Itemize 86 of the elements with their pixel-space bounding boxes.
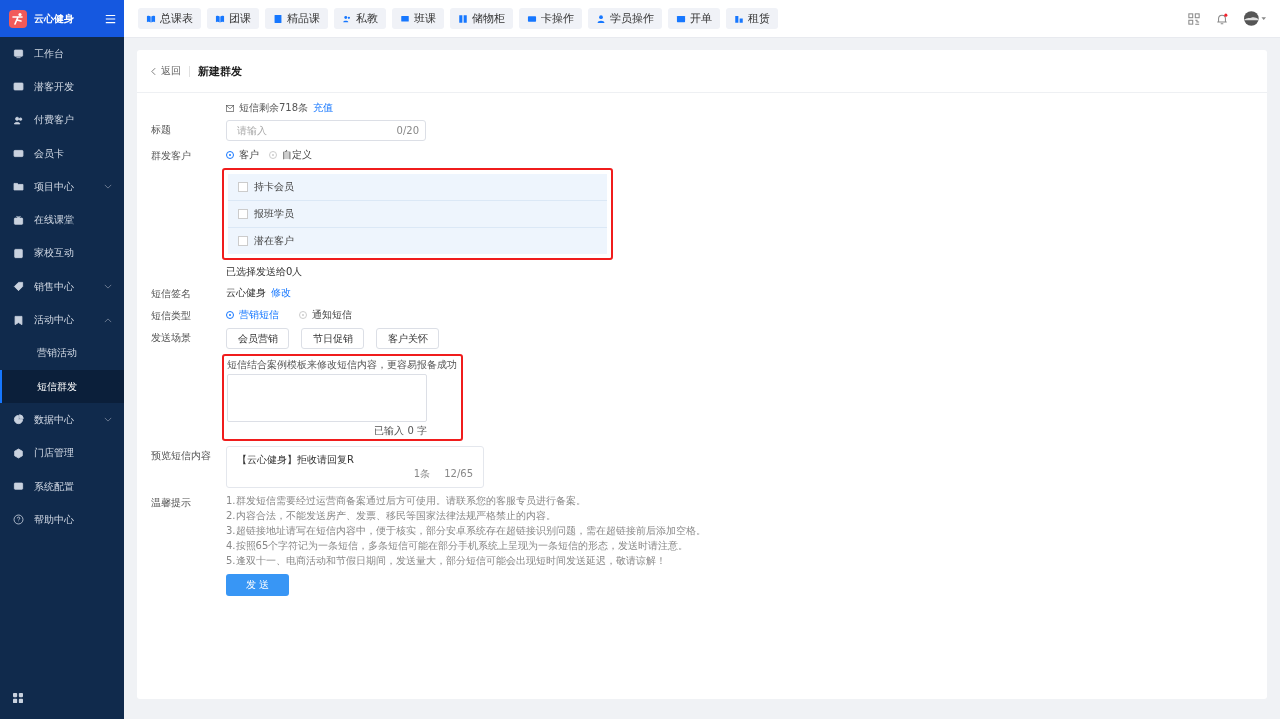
app-name: 云心健身 bbox=[34, 11, 75, 26]
character-counter: 0/20 bbox=[396, 125, 419, 136]
radio-option[interactable]: 自定义 bbox=[269, 148, 312, 162]
preview-text: 【云心健身】拒收请回复R bbox=[237, 454, 355, 466]
sidebar-item[interactable]: 系统配置 bbox=[0, 469, 124, 504]
sidebar-subitem[interactable]: 营销活动 bbox=[0, 336, 124, 370]
tip-text: 2.内容合法，不能发送房产、发票、移民等国家法律法规严格禁止的内容。 bbox=[226, 509, 557, 523]
quick-tab[interactable]: 团课 bbox=[207, 8, 259, 29]
character-counter: 已输入 0 字 bbox=[373, 425, 427, 437]
tip-text: 5.逢双十一、电商活动和节假日期间，发送量大，部分短信可能会出现短时间发送延迟，敬请谅解！ bbox=[226, 554, 667, 568]
scene-button[interactable]: 会员营销 bbox=[226, 328, 289, 349]
help-icon bbox=[13, 514, 24, 526]
sidebar-item[interactable]: 数据中心 bbox=[0, 403, 124, 437]
sidebar-item[interactable]: 工作台 bbox=[0, 37, 124, 71]
building-icon bbox=[734, 13, 744, 24]
envelope-icon bbox=[226, 104, 234, 112]
character-counter: 12/65 bbox=[444, 468, 473, 480]
grid-icon[interactable] bbox=[13, 693, 23, 703]
tip-text: 3.超链接地址请写在短信内容中，便于核实，部分安卓系统存在超链接识别问题，需在超链接前后添加空格。 bbox=[226, 524, 707, 538]
back-link[interactable]: 返回 bbox=[151, 64, 181, 78]
tip-text: 1.群发短信需要经过运营商备案通过后方可使用。请联系您的客服专员进行备案。 bbox=[226, 494, 587, 508]
quick-tab[interactable]: 总课表 bbox=[138, 8, 201, 29]
bell-icon[interactable] bbox=[1216, 12, 1228, 25]
sidebar-item[interactable]: 销售中心 bbox=[0, 270, 124, 304]
checkbox[interactable] bbox=[238, 236, 248, 246]
scene-button[interactable]: 客户关怀 bbox=[376, 328, 439, 349]
selected-count: 已选择发送给0人 bbox=[226, 265, 304, 279]
sidebar-item[interactable]: 会员卡 bbox=[0, 136, 124, 171]
sidebar-item[interactable]: 在线课堂 bbox=[0, 203, 124, 237]
radio-option[interactable]: 客户 bbox=[226, 148, 259, 162]
sidebar-item[interactable]: 活动中心 bbox=[0, 303, 124, 337]
sidebar-item[interactable]: 项目中心 bbox=[0, 170, 124, 204]
field-label: 温馨提示 bbox=[151, 496, 192, 510]
signature-value: 云心健身 bbox=[226, 285, 266, 300]
quick-tab[interactable]: 精品课 bbox=[265, 8, 328, 29]
menu-icon[interactable] bbox=[105, 13, 116, 24]
qr-code-icon[interactable] bbox=[1188, 12, 1200, 25]
quick-tab[interactable]: 私教 bbox=[334, 8, 386, 29]
pie-icon bbox=[13, 414, 24, 426]
avatar-icon[interactable] bbox=[1244, 11, 1266, 26]
field-label: 群发客户 bbox=[151, 149, 192, 163]
customer-group-option[interactable]: 持卡会员 bbox=[228, 174, 607, 201]
sidebar-item[interactable]: 潜客开发 bbox=[0, 70, 124, 104]
chevron-left-icon bbox=[151, 66, 156, 76]
quick-tab[interactable]: 租赁 bbox=[726, 8, 778, 29]
sidebar-item[interactable]: 帮助中心 bbox=[0, 503, 124, 537]
sidebar-item[interactable]: 门店管理 bbox=[0, 436, 124, 470]
quick-tab[interactable]: 卡操作 bbox=[519, 8, 582, 29]
tip-text: 4.按照65个字符记为一条短信，多条短信可能在部分手机系统上呈现为一条短信的形态，发送时请注意。 bbox=[226, 539, 690, 553]
book-icon bbox=[146, 13, 156, 24]
book-icon bbox=[215, 13, 225, 24]
field-label: 短信签名 bbox=[151, 287, 192, 301]
message-text-field[interactable] bbox=[227, 374, 427, 422]
sidebar-subitem[interactable]: 短信群发 bbox=[0, 369, 124, 404]
checkbox[interactable] bbox=[238, 209, 248, 219]
user-icon bbox=[596, 13, 606, 24]
hex-icon bbox=[13, 447, 24, 459]
tag-icon bbox=[13, 281, 24, 293]
scene-button[interactable]: 节日促销 bbox=[301, 328, 364, 349]
quick-tab[interactable]: 学员操作 bbox=[588, 8, 662, 29]
field-label: 标题 bbox=[151, 123, 172, 137]
recharge-link[interactable]: 充值 bbox=[313, 101, 334, 115]
page-title: 新建群发 bbox=[198, 63, 242, 79]
quick-tab[interactable]: 班课 bbox=[392, 8, 444, 29]
field-label: 发送场景 bbox=[151, 331, 192, 345]
field-label: 预览短信内容 bbox=[151, 449, 212, 463]
field-label: 短信类型 bbox=[151, 309, 192, 323]
locker-icon bbox=[458, 13, 468, 24]
checkbox[interactable] bbox=[238, 182, 248, 192]
customer-group-option[interactable]: 报班学员 bbox=[228, 201, 607, 228]
radio-option[interactable]: 营销短信 bbox=[226, 308, 279, 322]
runner-logo-icon bbox=[9, 9, 27, 28]
content-hint: 短信结合案例模板来修改短信内容，更容易报备成功 bbox=[227, 359, 457, 371]
folder-icon bbox=[13, 181, 24, 193]
quick-tab[interactable]: 储物柜 bbox=[450, 8, 513, 29]
monitor-icon bbox=[13, 48, 24, 60]
badge-icon bbox=[13, 314, 24, 326]
sms-balance: 短信剩余718条 bbox=[239, 101, 309, 115]
edit-link[interactable]: 修改 bbox=[271, 285, 291, 300]
quick-tab[interactable]: 开单 bbox=[668, 8, 720, 29]
radio-option[interactable]: 通知短信 bbox=[299, 308, 352, 322]
message-count: 1条 bbox=[413, 468, 431, 480]
tv-icon bbox=[13, 214, 24, 226]
customer-group-option[interactable]: 潜在客户 bbox=[228, 228, 607, 254]
sidebar-item[interactable]: 付费客户 bbox=[0, 103, 124, 137]
sidebar-item[interactable]: 家校互动 bbox=[0, 236, 124, 271]
